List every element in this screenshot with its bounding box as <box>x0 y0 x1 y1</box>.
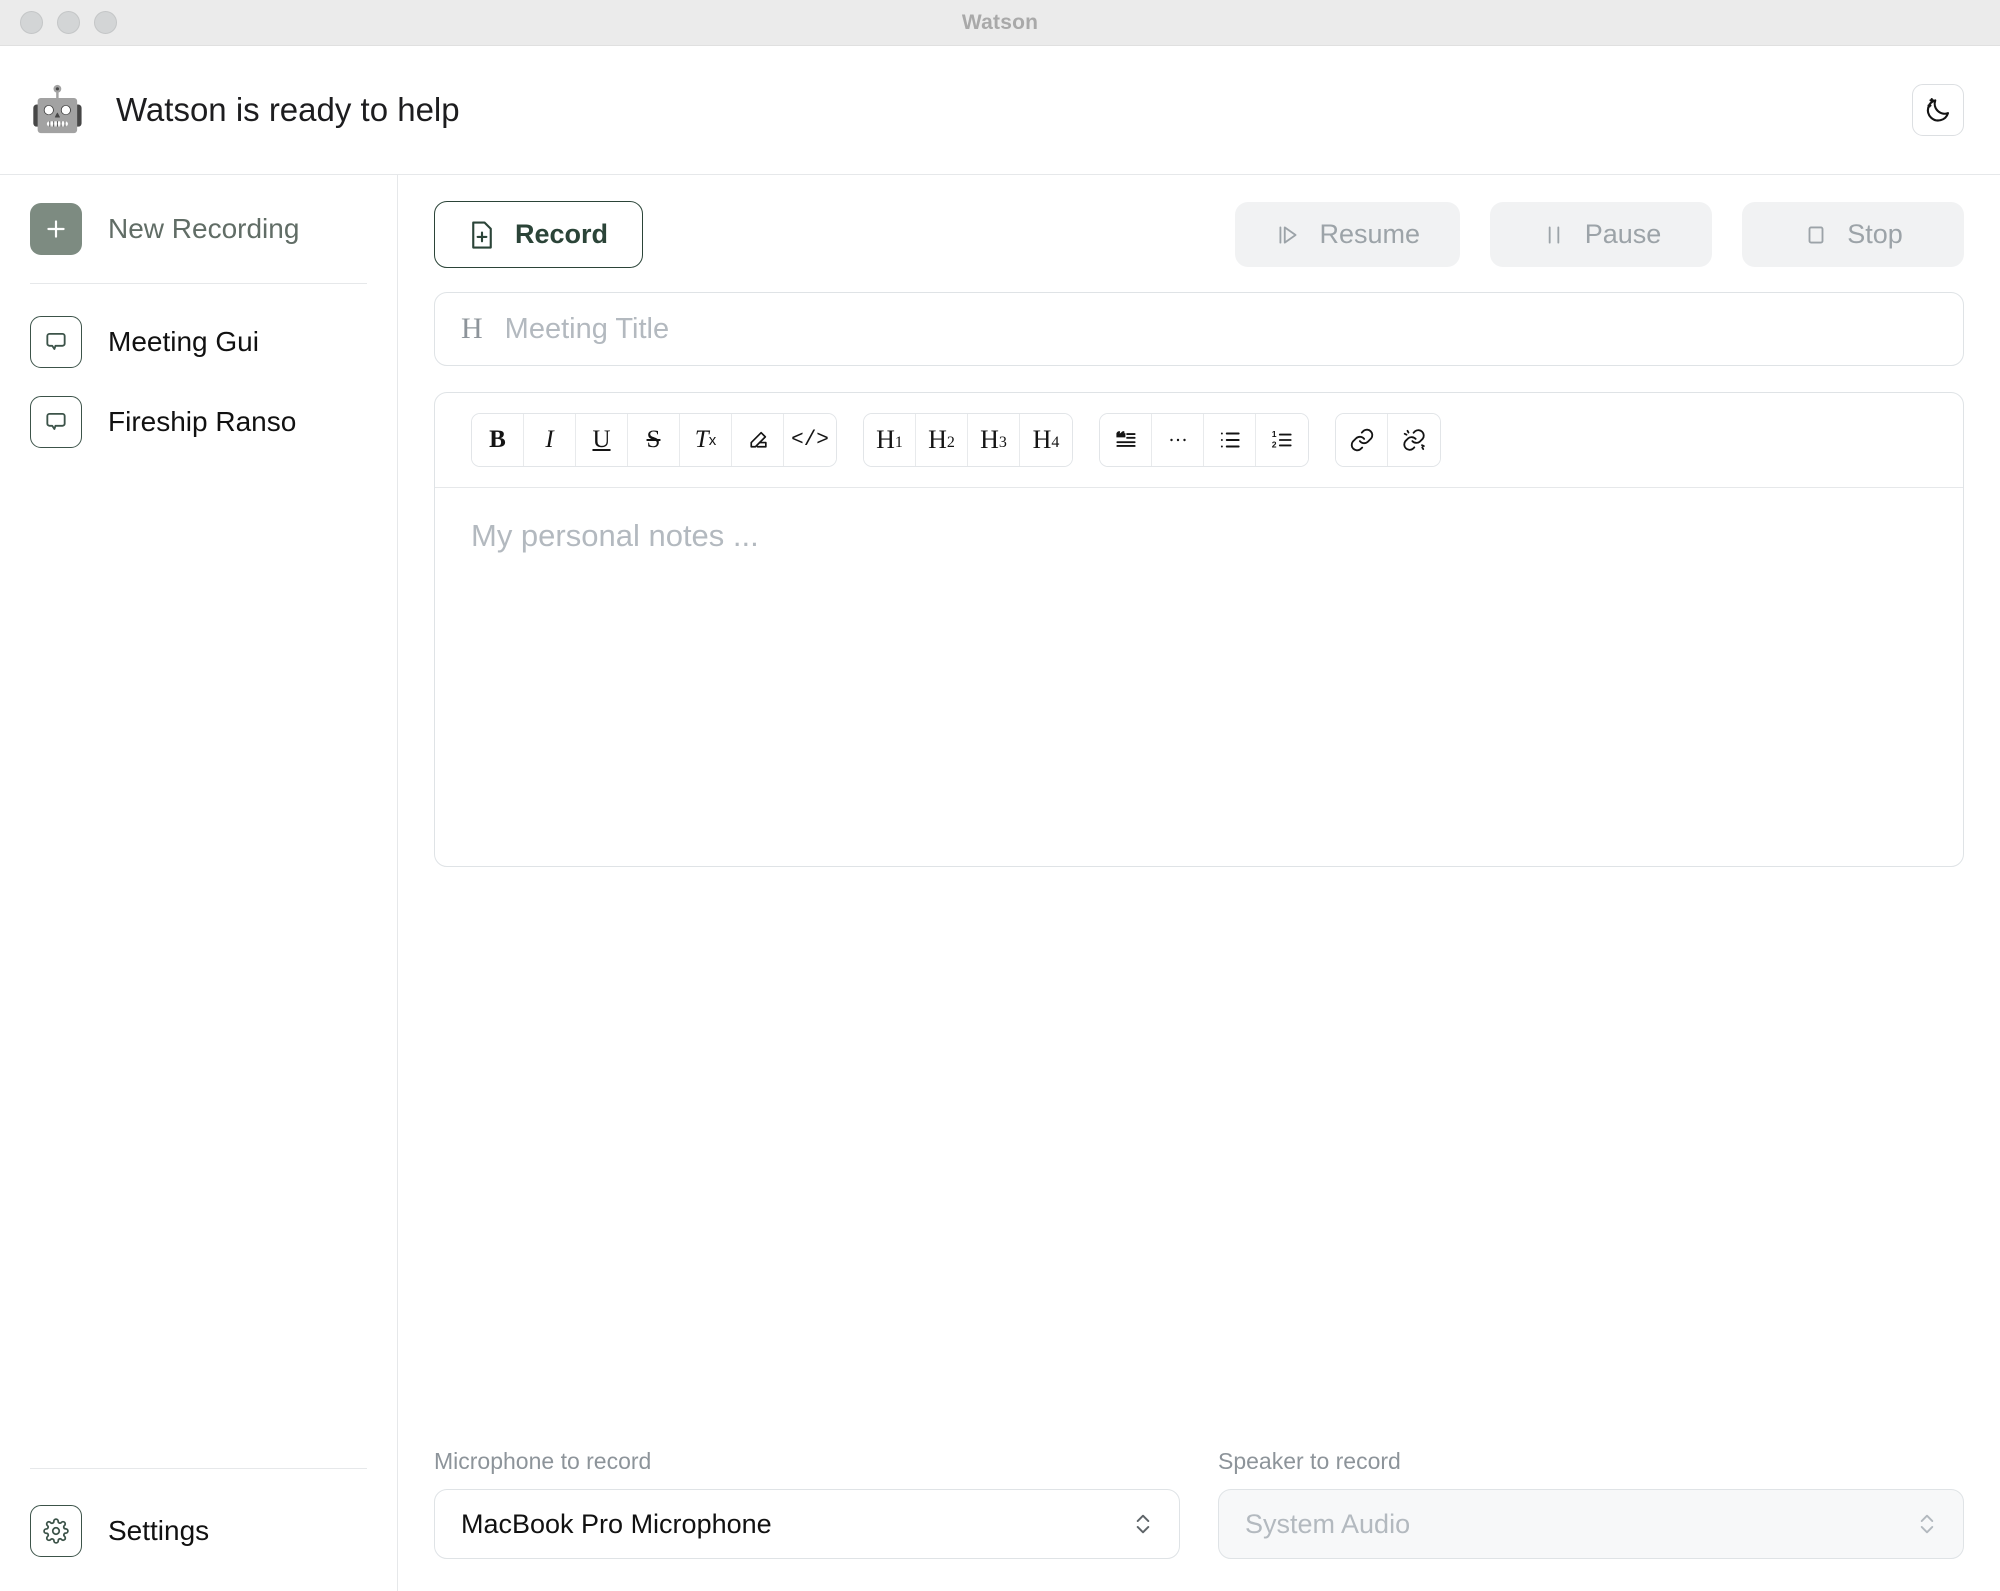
unlink-button[interactable] <box>1388 414 1440 466</box>
record-button[interactable]: Record <box>434 201 644 268</box>
sidebar-item-label: Settings <box>108 1515 210 1546</box>
window-titlebar: Watson <box>0 0 2000 46</box>
speaker-label: Speaker to record <box>1218 1448 1401 1474</box>
svg-text:2: 2 <box>1272 440 1277 450</box>
chevron-updown-icon <box>1133 1511 1153 1537</box>
sidebar-item-new-recording[interactable]: New Recording <box>30 175 367 281</box>
speaker-selector-group: Speaker to record System Audio <box>1218 1448 1964 1559</box>
highlighter-icon <box>750 431 767 448</box>
transport-controls: Resume Pause Stop <box>1235 202 1964 267</box>
sidebar-item-label: Fireship Ranso <box>108 406 297 437</box>
notes-input[interactable]: My personal notes ... <box>435 488 1963 866</box>
speaker-select-value: System Audio <box>1245 1508 1411 1539</box>
toolbar-group-blocks: 1 2 <box>1099 413 1309 467</box>
meeting-title-input[interactable] <box>504 312 1937 346</box>
sidebar-item-fireship-ranso[interactable]: Fireship Ranso <box>30 382 367 462</box>
dark-mode-toggle-button[interactable] <box>1912 84 1964 136</box>
plus-icon <box>30 203 82 255</box>
pause-button-label: Pause <box>1584 219 1662 249</box>
italic-button[interactable]: I <box>524 414 576 466</box>
gear-icon <box>30 1505 82 1557</box>
bullet-list-button[interactable] <box>1204 414 1256 466</box>
toolbar-group-headings: H1 H2 H3 H4 <box>863 413 1073 467</box>
resume-button-label: Resume <box>1319 219 1420 249</box>
microphone-label: Microphone to record <box>434 1448 652 1474</box>
moon-stars-icon <box>1926 97 1950 122</box>
heading-2-button[interactable]: H2 <box>916 414 968 466</box>
main-content: Record Resume Pause Stop H Meeting Title… <box>398 175 2000 1591</box>
horizontal-rule-icon <box>1169 438 1186 442</box>
stop-button[interactable]: Stop <box>1742 202 1964 267</box>
pause-button[interactable]: Pause <box>1490 202 1712 267</box>
editor-toolbar: B I U S Tx </> H1 H 2 H 3 H 4 1 2 <box>435 393 1963 488</box>
blockquote-icon <box>1115 431 1136 447</box>
sidebar-item-label: New Recording <box>108 213 300 244</box>
microphone-select[interactable]: MacBook Pro Microphone <box>434 1489 1180 1559</box>
sidebar-footer: Settings <box>30 1468 367 1591</box>
stop-button-label: Stop <box>1847 219 1903 249</box>
link-button[interactable] <box>1336 414 1388 466</box>
microphone-selector-group: Microphone to record MacBook Pro Microph… <box>434 1448 1180 1559</box>
stop-square-icon <box>1808 225 1824 244</box>
heading-1-button[interactable]: H1 <box>864 414 916 466</box>
unlink-icon <box>1403 429 1425 451</box>
bold-button[interactable]: B <box>472 414 524 466</box>
status-text: Watson is ready to help <box>116 91 460 128</box>
sidebar-item-label: Meeting Gui <box>108 326 259 357</box>
sidebar-item-settings[interactable]: Settings <box>30 1491 367 1591</box>
app-header: 🤖 Watson is ready to help <box>0 46 2000 175</box>
heading-3-button[interactable]: H3 <box>968 414 1020 466</box>
blockquote-button[interactable] <box>1100 414 1152 466</box>
meeting-title-field[interactable]: H <box>434 292 1964 366</box>
ordered-list-button[interactable]: 1 2 <box>1256 414 1308 466</box>
code-button[interactable]: </> <box>784 414 836 466</box>
clear-formatting-button[interactable]: Tx <box>680 414 732 466</box>
sidebar-item-meeting-gui[interactable]: Meeting Gui <box>30 302 367 382</box>
device-selectors: Microphone to record MacBook Pro Microph… <box>434 1448 1964 1591</box>
chevron-updown-icon <box>1917 1511 1937 1537</box>
pause-icon <box>1548 225 1559 244</box>
ordered-list-icon: 1 2 <box>1272 429 1292 450</box>
highlight-pen-button[interactable] <box>732 414 784 466</box>
window-title: Watson <box>961 10 1039 34</box>
heading-4-button[interactable]: H4 <box>1020 414 1072 466</box>
file-plus-icon <box>472 220 492 249</box>
notes-editor: B I U S Tx </> H1 H 2 H 3 H 4 1 2 My per… <box>434 392 1964 867</box>
message-bubble-icon <box>30 396 82 448</box>
microphone-select-value: MacBook Pro Microphone <box>461 1508 772 1539</box>
link-icon <box>1350 428 1373 452</box>
record-button-label: Record <box>515 219 609 249</box>
svg-text:1: 1 <box>1272 429 1277 439</box>
bullet-list-icon <box>1220 432 1240 448</box>
robot-ghost-avatar-icon: 🤖 <box>30 85 85 134</box>
strikethrough-button[interactable]: S <box>628 414 680 466</box>
transport-bar: Record Resume Pause Stop <box>434 201 1964 268</box>
sidebar-divider <box>30 283 367 284</box>
toolbar-group-text-format: B I U S Tx </> <box>471 413 837 467</box>
resume-button[interactable]: Resume <box>1235 202 1460 267</box>
sidebar: New Recording Meeting Gui Fireship Ranso <box>0 175 398 1591</box>
message-bubble-icon <box>30 316 82 368</box>
speaker-select[interactable]: System Audio <box>1218 1489 1964 1559</box>
sidebar-footer-divider <box>30 1468 367 1469</box>
underline-button[interactable]: U <box>576 414 628 466</box>
play-icon <box>1279 225 1297 244</box>
heading-h-icon: H <box>461 312 483 345</box>
body-split: New Recording Meeting Gui Fireship Ranso <box>0 175 2000 1591</box>
horizontal-rule-button[interactable] <box>1152 414 1204 466</box>
toolbar-group-links <box>1335 413 1441 467</box>
